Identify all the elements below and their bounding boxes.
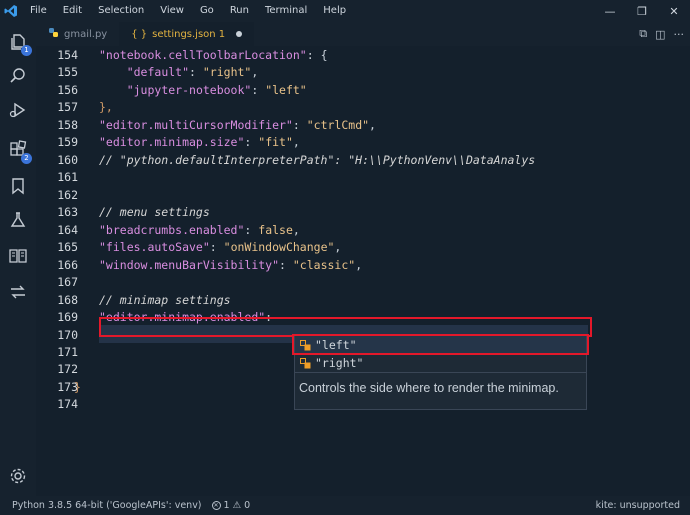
- title-bar: File Edit Selection View Go Run Terminal…: [0, 0, 690, 22]
- suggest-details: Controls the side where to render the mi…: [295, 372, 586, 409]
- line-number: 157: [57, 100, 78, 115]
- extensions-badge: 2: [21, 153, 32, 164]
- code-editor[interactable]: 154 155 156 157 158 159 160 161 162 163 …: [36, 46, 690, 496]
- line-number: 166: [57, 257, 78, 272]
- line-number: 174: [57, 397, 78, 412]
- testing-flask-icon[interactable]: [6, 208, 30, 232]
- json-braces-icon: { }: [131, 28, 148, 40]
- code-line: "window.menuBarVisibility": "classic",: [99, 257, 363, 272]
- line-number: 173: [57, 379, 78, 394]
- error-icon: ✕: [211, 501, 221, 510]
- window-controls: — ❐ ✕: [594, 0, 690, 22]
- vscode-logo-icon: [0, 0, 22, 22]
- editor-actions: ⧉ ◫ ···: [639, 22, 684, 46]
- menu-go[interactable]: Go: [192, 0, 222, 22]
- enum-value-icon: [299, 357, 311, 369]
- code-line: "jupyter-notebook": "left": [126, 82, 307, 97]
- python-interpreter-status[interactable]: Python 3.8.5 64-bit ('GoogleAPIs': venv): [12, 500, 202, 511]
- code-line: // menu settings: [99, 205, 210, 220]
- restore-icon[interactable]: ❐: [626, 0, 658, 22]
- menu-view[interactable]: View: [152, 0, 192, 22]
- tab-label: settings.json 1: [152, 28, 226, 40]
- line-number: 172: [57, 362, 78, 377]
- line-number: 161: [57, 170, 78, 185]
- suggest-item-right[interactable]: "right": [295, 354, 586, 372]
- problems-status[interactable]: ✕ 1 ⚠ 0: [211, 500, 251, 511]
- warning-icon: ⚠: [232, 500, 242, 511]
- more-actions-icon[interactable]: ···: [674, 28, 685, 41]
- error-count: 1: [223, 500, 230, 511]
- tab-settings-json[interactable]: { } settings.json 1: [119, 22, 255, 46]
- line-number: 171: [57, 344, 78, 359]
- code-line: },: [99, 100, 113, 115]
- line-number: 165: [57, 240, 78, 255]
- run-debug-icon[interactable]: [6, 98, 30, 122]
- book-icon[interactable]: [6, 244, 30, 268]
- menu-file[interactable]: File: [22, 0, 55, 22]
- split-editor-icon[interactable]: ◫: [655, 28, 665, 41]
- open-preview-icon[interactable]: ⧉: [639, 27, 647, 41]
- code-line: "editor.multiCursorModifier": "ctrlCmd",: [99, 117, 376, 132]
- extensions-icon[interactable]: 2: [6, 138, 32, 164]
- tab-label: gmail.py: [64, 28, 108, 40]
- menu-help[interactable]: Help: [315, 0, 354, 22]
- unsaved-dot-icon[interactable]: [236, 31, 243, 37]
- line-number: 164: [57, 222, 78, 237]
- activity-bar: 1 2: [0, 22, 36, 496]
- line-number-gutter: 154 155 156 157 158 159 160 161 162 163 …: [36, 47, 78, 414]
- close-icon[interactable]: ✕: [658, 0, 690, 22]
- tab-gmail-py[interactable]: gmail.py: [36, 22, 119, 46]
- line-number: 158: [57, 117, 78, 132]
- line-number: 156: [57, 82, 78, 97]
- remote-connection-icon[interactable]: [6, 280, 30, 304]
- suggest-label: "right": [315, 356, 364, 370]
- line-number: 162: [57, 187, 78, 202]
- line-number: 155: [57, 65, 78, 80]
- highlight-box-suggestion: [292, 334, 589, 355]
- line-number: 163: [57, 205, 78, 220]
- code-line: "breadcrumbs.enabled": false,: [99, 222, 300, 237]
- line-number: 167: [57, 275, 78, 290]
- bookmark-icon[interactable]: [6, 174, 30, 198]
- line-number: 170: [57, 327, 78, 342]
- menu-bar: File Edit Selection View Go Run Terminal…: [22, 0, 354, 22]
- code-line: // minimap settings: [99, 292, 231, 307]
- menu-terminal[interactable]: Terminal: [257, 0, 315, 22]
- menu-edit[interactable]: Edit: [55, 0, 90, 22]
- kite-status[interactable]: kite: unsupported: [596, 496, 680, 515]
- line-number: 169: [57, 310, 78, 325]
- editor-tab-bar: gmail.py { } settings.json 1 ⧉ ◫ ···: [36, 22, 690, 46]
- line-number: 159: [57, 135, 78, 150]
- code-line: "default": "right",: [126, 65, 259, 80]
- settings-gear-icon[interactable]: [6, 464, 30, 488]
- status-bar: Python 3.8.5 64-bit ('GoogleAPIs': venv)…: [0, 496, 690, 515]
- explorer-badge: 1: [21, 45, 32, 56]
- minimize-icon[interactable]: —: [594, 0, 626, 22]
- code-line: "editor.minimap.size": "fit",: [99, 135, 300, 150]
- code-line: // "python.defaultInterpreterPath": "H:\…: [99, 152, 536, 167]
- line-number: 154: [57, 48, 78, 62]
- code-line: "notebook.cellToolbarLocation": {: [99, 48, 328, 62]
- line-number: 160: [57, 152, 78, 167]
- menu-selection[interactable]: Selection: [90, 0, 152, 22]
- python-file-icon: [48, 27, 59, 41]
- menu-run[interactable]: Run: [222, 0, 257, 22]
- line-number: 168: [57, 292, 78, 307]
- explorer-icon[interactable]: 1: [6, 30, 32, 56]
- code-line: "files.autoSave": "onWindowChange",: [99, 240, 342, 255]
- search-icon[interactable]: [6, 64, 30, 88]
- warning-count: 0: [244, 500, 251, 511]
